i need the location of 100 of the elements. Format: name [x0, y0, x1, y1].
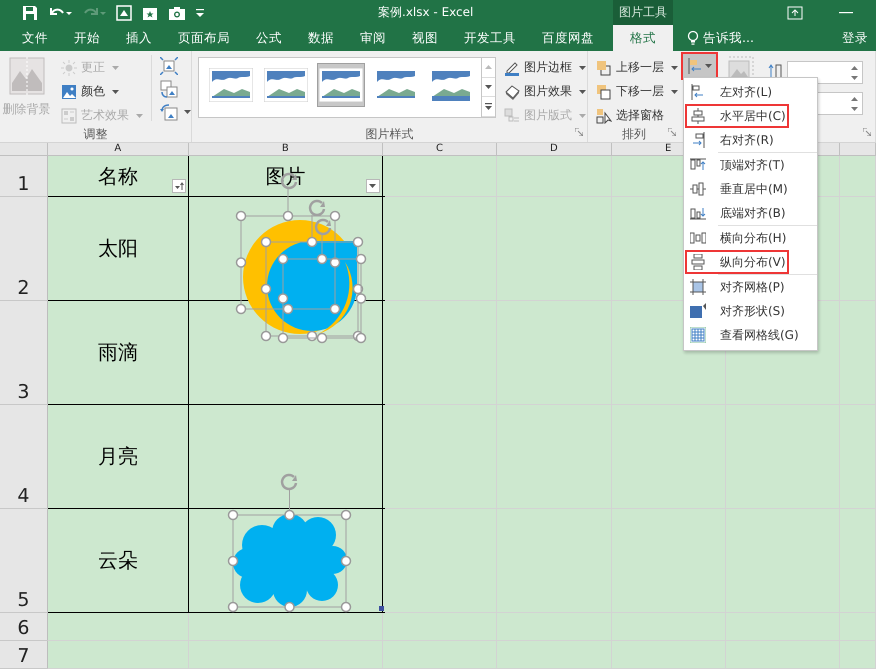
column-header[interactable]: B	[188, 143, 383, 155]
reset-picture-button[interactable]	[160, 103, 191, 121]
picture-effects-button[interactable]: 图片效果	[504, 81, 586, 102]
table-resize-handle[interactable]	[379, 606, 384, 611]
sign-in-link[interactable]: 登录	[842, 25, 876, 51]
filter-button[interactable]	[172, 179, 186, 193]
color-icon	[61, 84, 77, 100]
ribbon-tab[interactable]: 格式	[613, 25, 673, 51]
menu-item[interactable]: 查看网格线(G)	[684, 323, 817, 347]
group-title: 调整	[82, 126, 108, 143]
distribute-horizontal-icon	[690, 230, 706, 246]
picture-effects-icon	[504, 84, 520, 100]
selection-frame[interactable]	[228, 474, 352, 612]
menu-item[interactable]: 垂直居中(M)	[684, 177, 817, 201]
caret-icon	[112, 66, 119, 70]
row-header[interactable]: 5	[0, 509, 48, 612]
column-header[interactable]: A	[48, 143, 189, 155]
group-title: 排列	[621, 126, 647, 143]
landscape-picture-icon	[319, 68, 364, 102]
artistic-effects-icon	[61, 108, 77, 124]
dropdown-icon	[368, 182, 378, 190]
contextual-tab-label: 图片工具	[613, 0, 673, 25]
selection-frame[interactable]	[278, 218, 366, 344]
row-header[interactable]: 2	[0, 197, 48, 300]
ribbon-tab[interactable]: 开始	[61, 25, 113, 51]
window-title: 案例.xlsx - Excel	[378, 4, 474, 21]
tell-me-button[interactable]: 告诉我...	[687, 25, 754, 51]
ribbon-tab[interactable]: 页面布局	[165, 25, 243, 51]
ribbon-tab[interactable]: 公式	[243, 25, 295, 51]
table-cell[interactable]: 云朵	[48, 509, 188, 612]
bring-forward-icon	[596, 60, 612, 76]
grid-snap-icon	[690, 279, 706, 295]
save-icon	[22, 4, 38, 20]
ribbon-tab[interactable]: 开发工具	[451, 25, 529, 51]
table-cell[interactable]: 雨滴	[48, 301, 188, 404]
sort-filter-icon	[174, 182, 184, 190]
lightbulb-icon	[687, 30, 699, 46]
menu-item[interactable]: 横向分布(H)	[684, 226, 817, 250]
filter-button[interactable]	[366, 179, 380, 193]
selection-frame[interactable]	[260, 200, 364, 342]
menu-item[interactable]: 左对齐(L)	[684, 80, 817, 104]
selection-pane-button[interactable]: 选择窗格	[596, 105, 678, 126]
spinner-icon	[851, 66, 858, 80]
row-header[interactable]: 7	[0, 641, 48, 668]
picture-border-button[interactable]: 图片边框	[504, 57, 586, 78]
ribbon-tab[interactable]: 视图	[399, 25, 451, 51]
customize-icon	[196, 8, 204, 16]
row-header[interactable]: 6	[0, 613, 48, 640]
caret-icon	[136, 114, 143, 118]
menu-item[interactable]: 底端对齐(B)	[684, 201, 817, 225]
color-button[interactable]: 颜色	[61, 81, 143, 102]
more-icon	[485, 103, 492, 110]
send-backward-button[interactable]: 下移一层	[596, 81, 678, 102]
picture-style-thumbnail[interactable]	[316, 63, 366, 107]
ribbon-tab[interactable]: 百度网盘	[529, 25, 607, 51]
gridlines-icon	[690, 327, 706, 343]
bring-forward-button[interactable]: 上移一层	[596, 57, 678, 78]
align-left-icon	[690, 84, 706, 100]
column-header[interactable]: C	[382, 143, 498, 155]
shape-snap-icon	[690, 303, 706, 319]
caret-icon	[579, 114, 586, 118]
menu-item[interactable]: 对齐形状(S)	[684, 299, 817, 323]
align-right-icon	[690, 132, 706, 148]
picture-swap-icon	[160, 80, 178, 98]
column-header[interactable]: D	[497, 143, 612, 155]
row-header[interactable]: 3	[0, 301, 48, 404]
ribbon-tab[interactable]: 数据	[295, 25, 347, 51]
overlapping-shapes-drawing[interactable]	[243, 220, 357, 334]
spinner-icon	[851, 96, 858, 110]
ribbon-tab[interactable]: 文件	[9, 25, 61, 51]
row-header[interactable]: 4	[0, 405, 48, 508]
menu-item[interactable]: 水平居中(C)	[685, 104, 789, 128]
ribbon-display-icon	[787, 6, 803, 20]
table-cell[interactable]: 名称	[48, 156, 188, 196]
table-cell[interactable]: 太阳	[48, 197, 188, 300]
down-arrow-icon	[485, 85, 492, 89]
menu-item[interactable]: 对齐网格(P)	[684, 275, 817, 299]
group-title: 图片样式	[364, 126, 414, 143]
menu-item[interactable]: 顶端对齐(T)	[684, 153, 817, 177]
align-button[interactable]	[683, 54, 716, 78]
table-cell[interactable]: 月亮	[48, 405, 188, 508]
picture-border-icon	[504, 60, 520, 76]
caret-icon	[579, 90, 586, 94]
caret-icon	[112, 90, 119, 94]
ribbon-tab[interactable]: 插入	[113, 25, 165, 51]
caret-icon	[579, 66, 586, 70]
caret-icon	[184, 110, 191, 114]
landscape-picture-icon	[209, 68, 254, 102]
row-header[interactable]: 1	[0, 156, 48, 196]
up-arrow-icon	[485, 65, 492, 70]
dialog-launcher-icon	[575, 128, 583, 136]
align-center-icon	[690, 108, 706, 124]
landscape-picture-icon	[264, 68, 308, 102]
ribbon-tab[interactable]: 审阅	[347, 25, 399, 51]
send-backward-icon	[596, 84, 612, 100]
caret-icon	[671, 90, 678, 94]
picture-reset-icon	[160, 103, 178, 121]
menu-item[interactable]: 纵向分布(V)	[685, 250, 789, 274]
distribute-vertical-icon	[690, 254, 706, 270]
selection-pane-icon	[596, 108, 612, 124]
